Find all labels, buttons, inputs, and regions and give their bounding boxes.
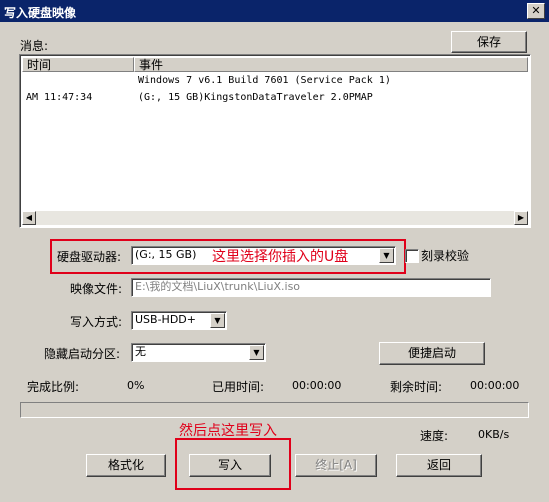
- ratio-label: 完成比例:: [27, 380, 80, 394]
- elapsed-value: 00:00:00: [292, 379, 342, 392]
- stop-button[interactable]: 终止[A]: [295, 454, 377, 477]
- hide-partition-label: 隐藏启动分区:: [44, 347, 121, 361]
- verify-checkbox[interactable]: [405, 249, 419, 263]
- column-header-time[interactable]: 时间: [22, 57, 134, 72]
- messages-label: 消息:: [20, 39, 49, 53]
- format-button[interactable]: 格式化: [86, 454, 166, 477]
- write-mode-label: 写入方式:: [70, 315, 123, 329]
- remaining-value: 00:00:00: [470, 379, 520, 392]
- window-title: 写入硬盘映像: [4, 6, 77, 20]
- message-list[interactable]: 时间 事件 Windows 7 v6.1 Build 7601 (Service…: [19, 54, 531, 228]
- write-mode-value: USB-HDD+: [135, 313, 196, 326]
- remaining-label: 剩余时间:: [390, 380, 443, 394]
- ratio-value: 0%: [127, 379, 145, 392]
- close-icon[interactable]: ✕: [527, 3, 545, 19]
- column-header-event[interactable]: 事件: [134, 57, 528, 72]
- scroll-left-icon[interactable]: ◀: [22, 211, 36, 225]
- image-file-field[interactable]: E:\我的文档\LiuX\trunk\LiuX.iso: [131, 278, 491, 297]
- quick-boot-button[interactable]: 便捷启动: [379, 342, 485, 365]
- write-mode-select[interactable]: USB-HDD+ ▼: [131, 311, 227, 330]
- write-button[interactable]: 写入: [189, 454, 271, 477]
- image-file-label: 映像文件:: [70, 282, 123, 296]
- chevron-down-icon[interactable]: ▼: [210, 313, 225, 328]
- title-bar: 写入硬盘映像 ✕: [0, 0, 549, 22]
- hide-partition-select[interactable]: 无 ▼: [131, 343, 266, 362]
- hide-partition-value: 无: [135, 345, 146, 358]
- verify-label: 刻录校验: [421, 249, 470, 263]
- write-annotation: 然后点这里写入: [179, 423, 277, 439]
- scroll-right-icon[interactable]: ▶: [514, 211, 528, 225]
- progress-bar: [20, 402, 529, 418]
- row-event: (G:, 15 GB)KingstonDataTraveler 2.0PMAP: [138, 92, 373, 103]
- row-event: Windows 7 v6.1 Build 7601 (Service Pack …: [138, 75, 391, 86]
- drive-label: 硬盘驱动器:: [57, 250, 122, 264]
- row-time: AM 11:47:34: [26, 92, 93, 103]
- chevron-down-icon[interactable]: ▼: [249, 345, 264, 360]
- speed-label: 速度:: [420, 429, 449, 443]
- horizontal-scrollbar[interactable]: ◀ ▶: [22, 211, 528, 225]
- chevron-down-icon[interactable]: ▼: [379, 248, 394, 263]
- elapsed-label: 已用时间:: [212, 380, 265, 394]
- drive-select-value: (G:, 15 GB): [135, 248, 197, 261]
- speed-value: 0KB/s: [478, 428, 510, 441]
- save-button[interactable]: 保存: [451, 31, 527, 53]
- drive-annotation: 这里选择你插入的U盘: [212, 249, 349, 265]
- back-button[interactable]: 返回: [396, 454, 482, 477]
- image-file-value: E:\我的文档\LiuX\trunk\LiuX.iso: [135, 280, 301, 293]
